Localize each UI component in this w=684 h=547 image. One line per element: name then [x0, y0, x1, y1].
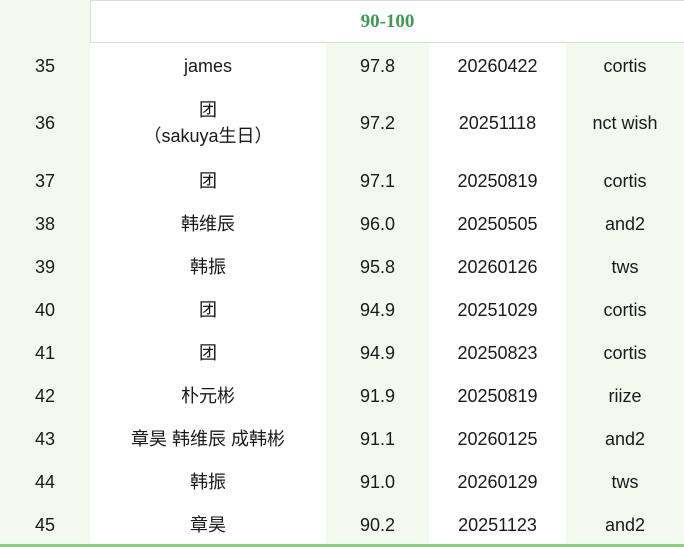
table-row: 43 章昊 韩维辰 成韩彬 91.1 20260125 and2 [0, 417, 684, 460]
name-cell: 团 [199, 170, 217, 191]
date-cell: 20251029 [457, 299, 538, 320]
date-cell: 20260125 [457, 428, 538, 449]
name-cell: 团 （sakuya生日） [143, 100, 273, 146]
group-cell: riize [608, 385, 642, 406]
name-cell: 朴元彬 [181, 385, 235, 406]
score-cell: 94.9 [359, 342, 396, 363]
group-cell: and2 [604, 514, 646, 535]
score-cell: 90.2 [359, 514, 396, 535]
group-cell: and2 [604, 428, 646, 449]
date-cell: 20250819 [457, 385, 538, 406]
score-cell: 91.1 [359, 428, 396, 449]
table-row: 36 团 （sakuya生日） 97.2 20251118 nct wish [0, 87, 684, 159]
group-cell: nct wish [592, 113, 658, 133]
date-cell: 20250819 [457, 170, 538, 191]
score-cell: 94.9 [359, 299, 396, 320]
table-row: 39 韩振 95.8 20260126 tws [0, 245, 684, 288]
rank-cell: 43 [34, 428, 56, 449]
score-cell: 97.2 [359, 113, 396, 133]
group-cell: tws [611, 471, 639, 492]
name-cell: 团 [199, 342, 217, 363]
table-body: 35 james 97.8 20260422 cortis 36 团 （sakuya生日） 9… [0, 44, 684, 546]
rank-cell: 45 [34, 514, 56, 535]
group-cell: cortis [603, 299, 647, 320]
score-cell: 91.0 [359, 471, 396, 492]
score-cell: 95.8 [359, 256, 396, 277]
date-cell: 20260422 [457, 55, 538, 76]
rank-cell: 38 [34, 213, 56, 234]
score-cell: 97.1 [359, 170, 396, 191]
rank-cell: 37 [34, 170, 56, 191]
date-cell: 20260126 [457, 256, 538, 277]
table-row: 40 团 94.9 20251029 cortis [0, 288, 684, 331]
table-row: 38 韩维辰 96.0 20250505 and2 [0, 202, 684, 245]
table-row: 35 james 97.8 20260422 cortis [0, 44, 684, 87]
rank-cell: 42 [34, 385, 56, 406]
group-cell: cortis [603, 170, 647, 191]
ranking-table: 90-100 35 james 97.8 20260422 cortis 36 团 （sak… [0, 0, 684, 547]
score-cell: 97.8 [359, 55, 396, 76]
name-cell: 章昊 [190, 514, 226, 535]
date-cell: 20260129 [457, 471, 538, 492]
date-cell: 20250823 [457, 342, 538, 363]
name-cell: 章昊 韩维辰 成韩彬 [130, 428, 285, 449]
table-row: 37 团 97.1 20250819 cortis [0, 159, 684, 202]
table-row: 42 朴元彬 91.9 20250819 riize [0, 374, 684, 417]
rank-cell: 41 [34, 342, 56, 363]
rank-cell: 39 [34, 256, 56, 277]
name-cell: james [183, 55, 232, 76]
rank-cell: 44 [34, 471, 56, 492]
rank-cell: 36 [34, 113, 56, 133]
score-cell: 91.9 [359, 385, 396, 406]
rank-cell: 40 [34, 299, 56, 320]
date-cell: 20251118 [458, 113, 537, 133]
group-cell: tws [611, 256, 639, 277]
name-cell: 韩维辰 [181, 213, 235, 234]
group-cell: cortis [603, 342, 647, 363]
name-cell: 韩振 [190, 471, 226, 492]
group-cell: cortis [603, 55, 647, 76]
table-row: 41 团 94.9 20250823 cortis [0, 331, 684, 374]
table-row: 44 韩振 91.0 20260129 tws [0, 460, 684, 503]
score-range-header: 90-100 [90, 0, 684, 43]
name-cell: 韩振 [190, 256, 226, 277]
date-cell: 20250505 [457, 213, 538, 234]
rank-cell: 35 [34, 55, 56, 76]
group-cell: and2 [604, 213, 646, 234]
date-cell: 20251123 [458, 514, 537, 535]
name-cell: 团 [199, 299, 217, 320]
table-row: 45 章昊 90.2 20251123 and2 [0, 503, 684, 546]
score-cell: 96.0 [359, 213, 396, 234]
